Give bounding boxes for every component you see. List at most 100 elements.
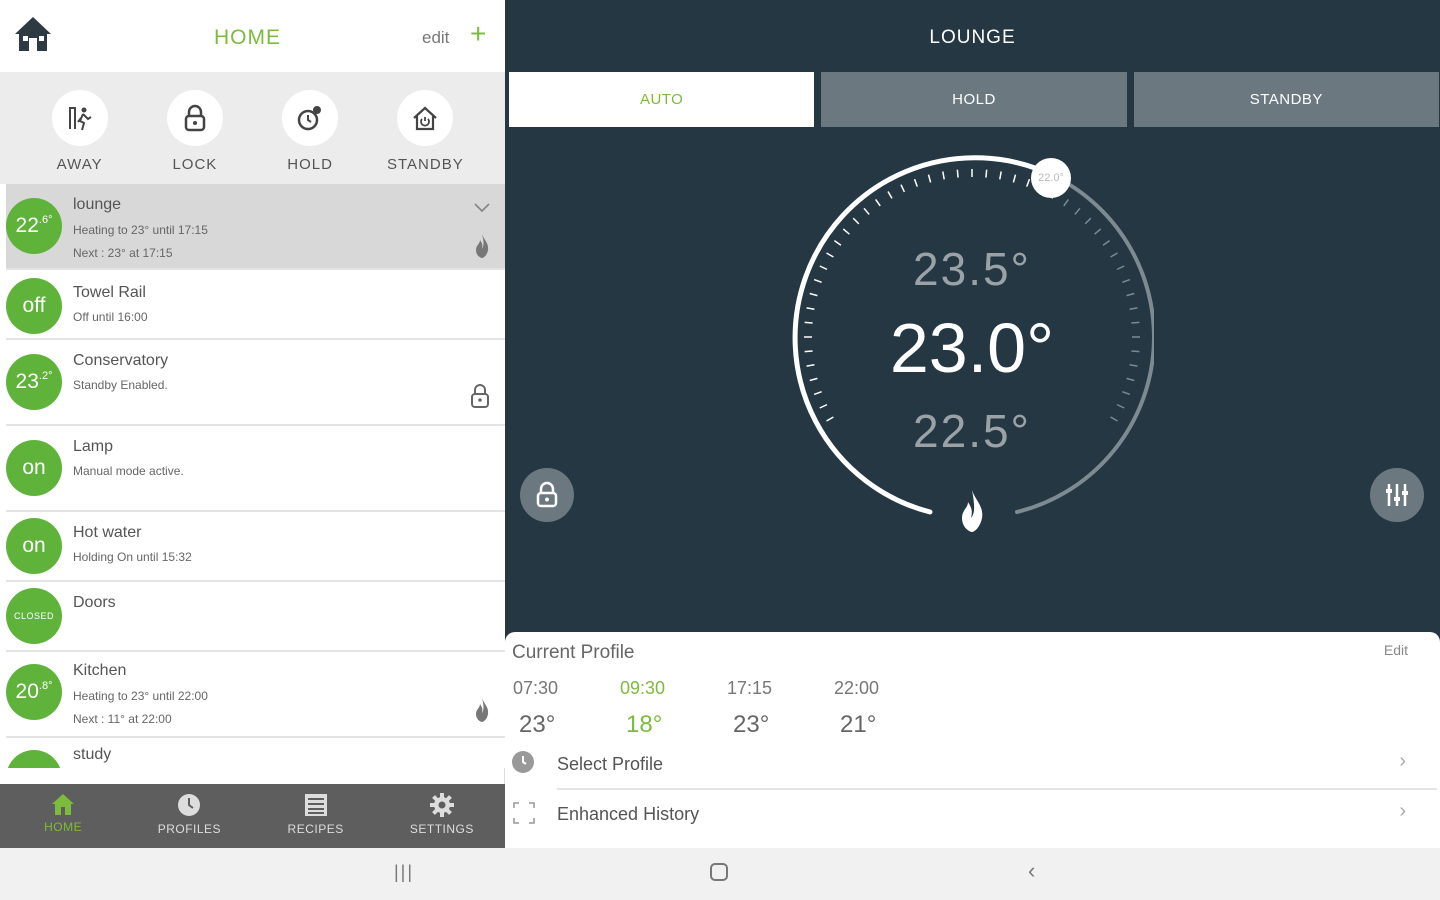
dial-tick (863, 207, 870, 215)
zone-temp-badge: 22.6° (6, 198, 62, 254)
gear-icon (429, 793, 454, 817)
profile-slot-active[interactable]: 09:30 18° (620, 678, 727, 739)
recent-apps-icon[interactable]: ||| (394, 862, 414, 883)
dial-tick (1122, 391, 1131, 396)
hold-icon (282, 90, 339, 146)
chevron-right-icon: › (1399, 800, 1406, 822)
zone-status: Manual mode active. (73, 464, 184, 478)
profile-title: Current Profile (512, 642, 635, 663)
zone-status: Heating to 23° until 17:15 (73, 223, 208, 237)
zone-item-conservatory[interactable]: 23.2° Conservatory Standby Enabled. (6, 340, 505, 426)
thermostat-dial[interactable]: 22.0° 23.5° 23.0° 22.5° (790, 152, 1154, 542)
zone-item-lounge[interactable]: 22.6° lounge Heating to 23° until 17:15 … (6, 184, 505, 270)
chevron-down-icon[interactable] (473, 202, 491, 214)
nav-label: SETTINGS (409, 822, 474, 836)
dial-tick (852, 217, 860, 225)
tab-hold[interactable]: HOLD (821, 72, 1127, 127)
zone-next: Next : 23° at 17:15 (73, 246, 173, 260)
dial-tick (1074, 207, 1081, 215)
dial-tick (942, 171, 945, 180)
temp-down-value[interactable]: 22.5° (790, 404, 1154, 458)
zone-list: 22.6° lounge Heating to 23° until 17:15 … (0, 184, 505, 768)
dial-tick (927, 174, 932, 183)
profile-edit-button[interactable]: Edit (1384, 642, 1408, 658)
nav-settings[interactable]: SETTINGS (379, 784, 505, 848)
zone-temp-badge: 23.2° (6, 354, 62, 410)
back-icon[interactable]: ‹ (1028, 858, 1035, 884)
chevron-right-icon: › (1399, 750, 1406, 772)
edit-button[interactable]: edit (422, 28, 449, 48)
expand-icon (513, 802, 535, 824)
mode-label: HOLD (287, 156, 333, 173)
system-navigation-bar: ||| ‹ (0, 848, 1440, 900)
slot-time: 22:00 (834, 678, 880, 698)
dial-tick (1084, 217, 1092, 225)
list-icon (304, 794, 327, 816)
tab-auto[interactable]: AUTO (509, 72, 815, 127)
zone-name: Lamp (73, 438, 114, 455)
zone-status: Heating to 23° until 22:00 (73, 689, 208, 703)
select-profile-row[interactable]: Select Profile › (505, 742, 1440, 790)
zone-name: Doors (73, 594, 116, 611)
room-detail-panel: LOUNGE AUTO HOLD STANDBY 22.0° 23.5° 23.… (505, 0, 1440, 848)
zone-item-hot-water[interactable]: on Hot water Holding On until 15:32 (6, 512, 505, 582)
zone-item-doors[interactable]: CLOSED Doors (6, 582, 505, 652)
flame-icon (476, 698, 489, 722)
zone-item-towel-rail[interactable]: off Towel Rail Off until 16:00 (6, 270, 505, 340)
profile-slot[interactable]: 07:30 23° (513, 678, 620, 739)
zone-item-study[interactable]: study (6, 738, 505, 768)
zone-temp-badge: 20.8° (6, 664, 62, 720)
dial-tick (1063, 198, 1069, 207)
zone-panel: HOME edit + AWAY LOCK HOLD STANDBY 22 .6… (0, 0, 505, 848)
temp-up-value[interactable]: 23.5° (790, 242, 1154, 296)
profile-slot[interactable]: 22:00 21° (834, 678, 941, 739)
room-title: LOUNGE (929, 27, 1016, 48)
zone-status: Holding On until 15:32 (73, 550, 192, 564)
mode-standby-button[interactable]: STANDBY (375, 72, 475, 184)
clock-icon (178, 794, 201, 816)
dial-tick (913, 178, 918, 187)
mode-label: LOCK (172, 156, 218, 173)
home-button-icon[interactable] (709, 862, 729, 888)
zone-name: Hot water (73, 524, 142, 541)
slot-temp: 21° (840, 711, 877, 738)
dial-tick (956, 169, 959, 178)
enhanced-history-row[interactable]: Enhanced History › (505, 792, 1440, 840)
bottom-nav: HOME PROFILES RECIPES SETTINGS (0, 784, 505, 848)
slot-temp: 23° (519, 711, 556, 738)
slot-time: 09:30 (620, 678, 666, 698)
nav-recipes[interactable]: RECIPES (253, 784, 379, 848)
zone-next: Next : 11° at 22:00 (73, 712, 172, 726)
tab-standby[interactable]: STANDBY (1133, 72, 1439, 127)
dial-tick (875, 198, 881, 207)
mode-away-button[interactable]: AWAY (30, 72, 130, 184)
profile-slot[interactable]: 17:15 23° (727, 678, 834, 739)
zone-item-lamp[interactable]: on Lamp Manual mode active. (6, 426, 505, 512)
nav-home[interactable]: HOME (0, 784, 126, 848)
zone-name: Kitchen (73, 662, 127, 679)
mode-lock-button[interactable]: LOCK (145, 72, 245, 184)
divider (557, 788, 1437, 790)
lock-icon (166, 90, 223, 146)
dial-tick (842, 228, 850, 235)
mode-hold-button[interactable]: HOLD (260, 72, 360, 184)
nav-profiles[interactable]: PROFILES (126, 784, 252, 848)
dial-tick (985, 169, 988, 178)
zone-status: Off until 16:00 (73, 310, 148, 324)
dial-tick (1012, 174, 1017, 183)
slot-temp: 18° (626, 711, 663, 738)
setpoint-knob[interactable]: 22.0° (1031, 158, 1071, 198)
dial-tick (887, 191, 893, 199)
dial-tick (1026, 178, 1031, 187)
zone-item-kitchen[interactable]: 20.8° Kitchen Heating to 23° until 22:00… (6, 652, 505, 738)
nav-label: RECIPES (287, 822, 344, 836)
adjustments-button[interactable] (1370, 468, 1424, 522)
current-profile-card: Current Profile Edit 07:30 23° 09:30 18°… (505, 632, 1440, 848)
slot-time: 17:15 (727, 678, 773, 698)
home-icon (52, 794, 75, 815)
zone-status-badge (6, 750, 62, 768)
lock-icon (471, 384, 489, 408)
lock-icon (536, 481, 558, 508)
lock-button[interactable] (520, 468, 574, 522)
add-zone-button[interactable]: + (470, 20, 486, 48)
